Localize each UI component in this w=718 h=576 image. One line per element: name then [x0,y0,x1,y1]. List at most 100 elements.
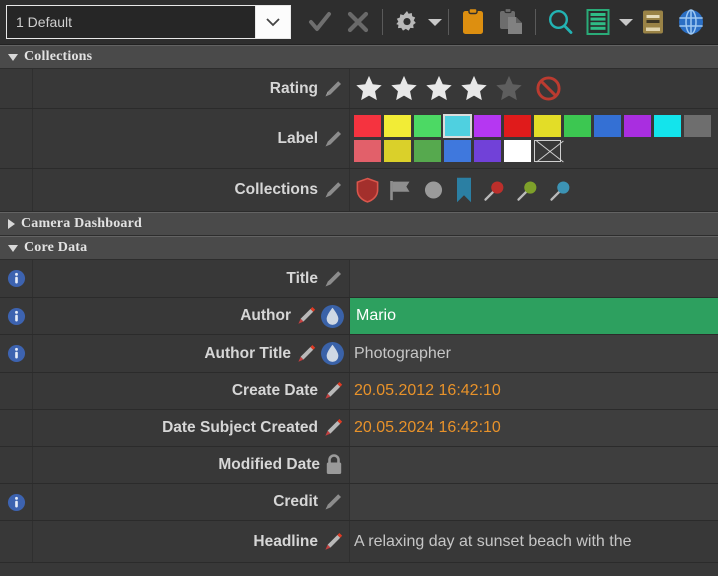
field-value-cell[interactable]: Photographer [350,335,718,372]
field-label-cell-label: Label [33,109,350,168]
label-swatch[interactable] [384,115,411,137]
paste-metadata-button[interactable] [492,0,530,45]
label-swatch[interactable] [594,115,621,137]
label-swatch[interactable] [624,115,651,137]
row-info-cell [0,373,33,409]
field-row: Headline A relaxing day at sunset beach w… [0,521,718,563]
section-header-camera-dashboard[interactable]: Camera Dashboard [0,212,718,236]
row-icons [321,530,345,554]
row-icons [294,341,345,366]
globe-icon [679,9,703,35]
label-swatch[interactable] [654,115,681,137]
field-value-cell-collections[interactable] [350,169,718,211]
paste-icon [500,8,522,34]
preset-combobox-dropdown-button[interactable] [255,6,290,38]
label-swatch[interactable] [504,140,531,162]
triangle-down-icon [8,53,18,61]
field-label: Title [286,269,318,287]
label-swatch[interactable] [684,115,711,137]
field-value-cell[interactable]: 20.05.2024 16:42:10 [350,410,718,446]
field-value-cell[interactable] [350,260,718,297]
field-label-rating: Rating [269,79,318,97]
pencil-gray-icon[interactable] [321,267,345,291]
label-swatch[interactable] [414,115,441,137]
label-swatch[interactable] [474,115,501,137]
info-icon[interactable] [7,344,26,363]
pencil-gray-icon[interactable] [321,490,345,514]
settings-dropdown[interactable] [426,0,443,45]
shield-icon[interactable] [354,176,381,204]
copy-metadata-button[interactable] [454,0,492,45]
field-value-cell[interactable] [350,447,718,483]
label-swatch[interactable] [443,114,472,138]
row-icons [321,267,345,291]
star-icon[interactable] [389,74,419,103]
bookmark-icon[interactable] [453,176,475,204]
field-label-cell-collections: Collections [33,169,350,211]
dictionary-button[interactable] [634,0,672,45]
label-swatch-none[interactable] [534,140,561,162]
web-button[interactable] [672,0,710,45]
chevron-down-icon [266,18,280,27]
field-label-cell: Author [33,298,350,334]
pencil-red-icon[interactable] [321,530,345,554]
star-icon[interactable] [459,74,489,103]
field-value-cell-label[interactable] [350,109,718,168]
label-swatch[interactable] [474,140,501,162]
info-icon[interactable] [7,307,26,326]
pin-red-icon[interactable] [481,176,508,204]
list-view-dropdown[interactable] [617,0,634,45]
field-value-cell-rating[interactable] [350,69,718,108]
label-swatch[interactable] [354,140,381,162]
droplet-icon[interactable] [320,341,345,366]
apply-check-button[interactable] [301,0,339,45]
metadata-panel: 1 Default Collections Rating Label Colle… [0,0,718,576]
label-swatch[interactable] [444,140,471,162]
rating-stars[interactable] [354,74,562,103]
flag-icon[interactable] [387,176,414,204]
label-swatch[interactable] [414,140,441,162]
circle-icon[interactable] [420,176,447,204]
field-value-cell[interactable] [350,484,718,520]
row-info-cell [0,484,33,520]
label-swatch[interactable] [534,115,561,137]
row-info-cell [0,260,33,297]
preset-combobox[interactable]: 1 Default [6,5,291,39]
field-value-cell[interactable]: 20.05.2012 16:42:10 [350,373,718,409]
info-icon[interactable] [7,269,26,288]
pin-blue-icon[interactable] [547,176,574,204]
search-button[interactable] [541,0,579,45]
pencil-red-icon[interactable] [321,379,345,403]
row-icons [321,178,345,202]
field-label-collections: Collections [234,181,318,198]
preset-combobox-value: 1 Default [16,14,73,30]
pin-green-icon[interactable] [514,176,541,204]
pencil-icon[interactable] [321,178,345,202]
settings-button[interactable] [388,0,426,45]
label-swatch[interactable] [564,115,591,137]
pencil-red-icon[interactable] [294,304,318,328]
no-entry-icon[interactable] [535,75,562,102]
info-icon[interactable] [7,493,26,512]
field-value-cell[interactable]: A relaxing day at sunset beach with the [350,521,718,562]
label-swatch[interactable] [384,140,411,162]
section-label-core-data: Core Data [24,240,88,255]
pencil-icon[interactable] [321,127,345,151]
section-header-collections[interactable]: Collections [0,45,718,69]
label-swatch[interactable] [504,115,531,137]
section-header-core-data[interactable]: Core Data [0,236,718,260]
pencil-red-icon[interactable] [321,416,345,440]
field-value-cell[interactable]: Mario [350,298,718,334]
field-value: Mario [356,307,397,324]
star-icon[interactable] [354,74,384,103]
field-label-cell-rating: Rating [33,69,350,108]
star-empty-icon[interactable] [494,74,524,103]
label-swatch[interactable] [354,115,381,137]
list-view-button[interactable] [579,0,617,45]
star-icon[interactable] [424,74,454,103]
field-row: Create Date 20.05.2012 16:42:10 [0,373,718,410]
pencil-red-icon[interactable] [294,342,318,366]
cancel-x-button[interactable] [339,0,377,45]
droplet-icon[interactable] [320,304,345,329]
pencil-icon[interactable] [321,77,345,101]
